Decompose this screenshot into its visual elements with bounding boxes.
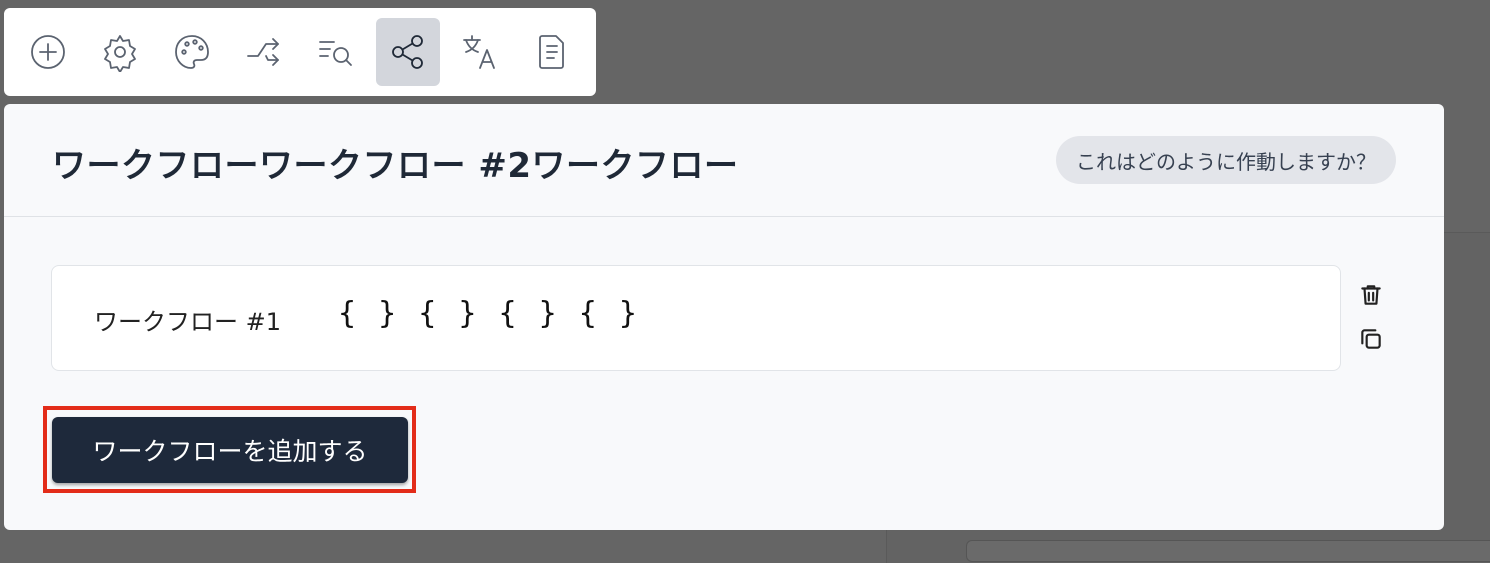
trash-icon[interactable] <box>1358 282 1384 308</box>
tool-theme[interactable] <box>160 18 224 86</box>
share-icon <box>392 35 423 69</box>
search-list-icon <box>319 41 352 66</box>
tool-workflow[interactable] <box>376 18 440 86</box>
tool-add[interactable] <box>16 18 80 86</box>
workflow-actions <box>1356 282 1386 352</box>
workflow-modal: ワークフローワークフロー #2ワークフロー これはどのように作動しますか？ ワー… <box>4 104 1444 530</box>
tool-branch[interactable] <box>232 18 296 86</box>
settings-icon <box>104 35 136 72</box>
workflow-expression: { } { } { } { } <box>338 296 639 331</box>
translate-icon <box>463 35 495 69</box>
help-button[interactable]: これはどのように作動しますか？ <box>1056 136 1396 184</box>
tool-settings[interactable] <box>88 18 152 86</box>
tool-translate[interactable] <box>448 18 512 86</box>
shuffle-icon <box>247 38 279 66</box>
background-input <box>966 540 1490 562</box>
tool-document[interactable] <box>520 18 584 86</box>
toolbar <box>4 8 596 96</box>
plus-circle-icon <box>31 35 65 69</box>
add-workflow-button[interactable]: ワークフローを追加する <box>52 417 408 483</box>
document-icon <box>539 35 564 69</box>
workflow-item[interactable]: ワークフロー #1 { } { } { } { } <box>51 265 1341 371</box>
page-title: ワークフローワークフロー #2ワークフロー <box>52 146 739 186</box>
tool-search[interactable] <box>304 18 368 86</box>
modal-header: ワークフローワークフロー #2ワークフロー これはどのように作動しますか？ <box>4 104 1444 217</box>
palette-icon <box>175 35 209 69</box>
workflow-label: ワークフロー #1 <box>94 308 282 336</box>
copy-icon[interactable] <box>1358 326 1384 352</box>
